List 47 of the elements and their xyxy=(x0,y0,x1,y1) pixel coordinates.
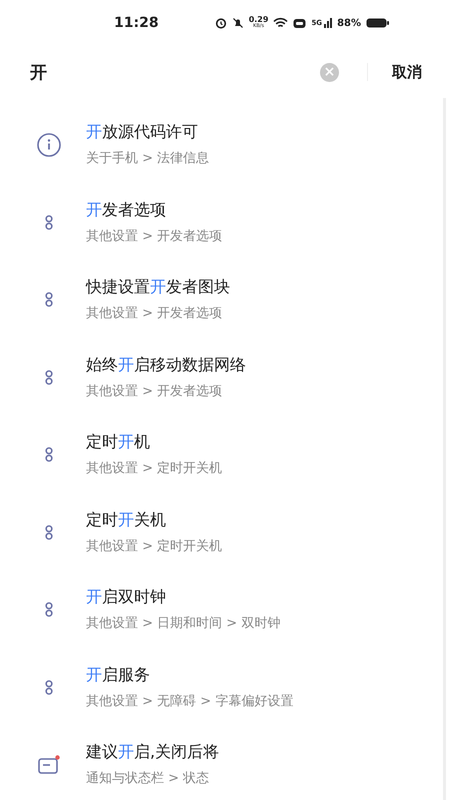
result-path: 关于手机 > 法律信息 xyxy=(86,150,210,168)
result-title: 快捷设置开发者图块 xyxy=(86,277,230,298)
two-circles-icon xyxy=(45,680,53,695)
two-circles-icon xyxy=(45,370,53,385)
signal-icon xyxy=(324,18,332,28)
search-result[interactable]: 快捷设置开发者图块 其他设置 > 开发者选项 xyxy=(0,261,443,338)
hd-icon xyxy=(293,18,306,28)
result-title: 开放源代码许可 xyxy=(86,122,199,144)
clock-time: 11:28 xyxy=(114,15,159,31)
result-title: 定时开关机 xyxy=(86,510,167,531)
cancel-button[interactable]: 取消 xyxy=(392,62,422,82)
search-result[interactable]: 开发者选项 其他设置 > 开发者选项 xyxy=(0,184,443,261)
search-result[interactable]: 始终开启移动数据网络 其他设置 > 开发者选项 xyxy=(0,338,443,416)
result-title: 定时开机 xyxy=(86,432,151,454)
search-result[interactable]: 定时开关机 其他设置 > 定时开关机 xyxy=(0,494,443,571)
battery-percent: 88% xyxy=(337,18,361,28)
search-result[interactable]: 开启双时钟 其他设置 > 日期和时间 > 双时钟 xyxy=(0,571,443,648)
two-circles-icon xyxy=(45,602,53,618)
network-speed: 0.29 xyxy=(248,16,268,23)
alarm-clock-icon xyxy=(214,17,227,29)
search-result[interactable]: 开放源代码许可 关于手机 > 法律信息 xyxy=(0,106,443,184)
result-title: 开启双时钟 xyxy=(86,587,167,608)
result-path: 其他设置 > 日期和时间 > 双时钟 xyxy=(86,615,280,632)
result-title: 建议开启,关闭后将 xyxy=(86,742,220,764)
message-card-icon xyxy=(38,755,60,774)
result-path: 其他设置 > 开发者选项 xyxy=(86,305,224,322)
result-path: 其他设置 > 开发者选项 xyxy=(86,382,224,400)
search-result[interactable]: 开启服务 其他设置 > 无障碍 > 字幕偏好设置 xyxy=(0,648,443,726)
search-field[interactable]: 开 xyxy=(30,62,320,82)
two-circles-icon xyxy=(45,214,53,230)
two-circles-icon xyxy=(45,292,53,308)
two-circles-icon xyxy=(45,524,53,540)
search-result[interactable]: 建议开启,关闭后将 通知与状态栏 > 状态 xyxy=(0,726,443,800)
battery-icon xyxy=(366,17,390,29)
two-circles-icon xyxy=(45,447,53,462)
search-result[interactable]: 定时开机 其他设置 > 定时开关机 xyxy=(0,416,443,494)
info-icon xyxy=(37,132,61,157)
wifi-icon xyxy=(273,17,288,29)
result-path: 其他设置 > 无障碍 > 字幕偏好设置 xyxy=(86,692,294,710)
result-path: 其他设置 > 定时开关机 xyxy=(86,460,222,478)
result-title: 开启服务 xyxy=(86,664,151,686)
bell-muted-icon xyxy=(232,17,244,29)
result-path: 通知与状态栏 > 状态 xyxy=(86,770,210,788)
result-path: 其他设置 > 定时开关机 xyxy=(86,538,222,555)
result-path: 其他设置 > 开发者选项 xyxy=(86,228,222,245)
result-title: 始终开启移动数据网络 xyxy=(86,354,246,376)
result-title: 开发者选项 xyxy=(86,200,167,221)
